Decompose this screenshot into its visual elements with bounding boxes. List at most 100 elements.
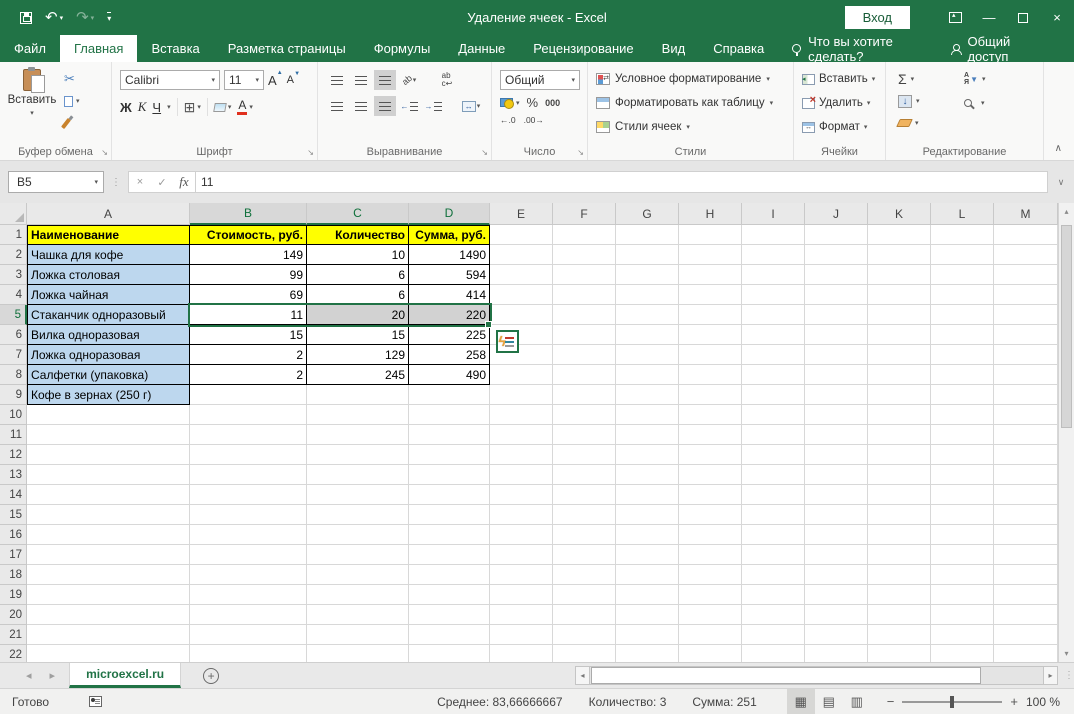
cell-J3[interactable] <box>805 265 868 285</box>
cell-F15[interactable] <box>553 505 616 525</box>
cell-M7[interactable] <box>994 345 1058 365</box>
cell-H21[interactable] <box>679 625 742 645</box>
row-header-16[interactable]: 16 <box>0 525 27 545</box>
cell-D9[interactable] <box>409 385 490 405</box>
cell-K2[interactable] <box>868 245 931 265</box>
zoom-in-button[interactable]: + <box>1010 694 1018 709</box>
row-header-22[interactable]: 22 <box>0 645 27 662</box>
column-header-I[interactable]: I <box>742 203 805 225</box>
paste-button[interactable]: Вставить ▾ <box>8 67 56 135</box>
horizontal-scroll-track[interactable] <box>590 666 1043 685</box>
customize-qat-button[interactable]: ▾ <box>107 12 112 23</box>
cell-F6[interactable] <box>553 325 616 345</box>
cell-G19[interactable] <box>616 585 679 605</box>
cell-L21[interactable] <box>931 625 994 645</box>
cell-C16[interactable] <box>307 525 409 545</box>
cell-H18[interactable] <box>679 565 742 585</box>
table-cell-D6[interactable]: 225 <box>409 325 490 345</box>
cell-styles-button[interactable]: Стили ячеек ▾ <box>596 117 690 137</box>
dialog-launcher-icon[interactable]: ↘ <box>307 148 314 157</box>
cell-H7[interactable] <box>679 345 742 365</box>
dialog-launcher-icon[interactable]: ↘ <box>577 148 584 157</box>
cell-M22[interactable] <box>994 645 1058 662</box>
cell-J11[interactable] <box>805 425 868 445</box>
cell-F9[interactable] <box>553 385 616 405</box>
cell-L17[interactable] <box>931 545 994 565</box>
cell-B20[interactable] <box>190 605 307 625</box>
cell-G10[interactable] <box>616 405 679 425</box>
cell-I20[interactable] <box>742 605 805 625</box>
splitter-dots[interactable]: ⋮ <box>111 177 121 188</box>
column-header-L[interactable]: L <box>931 203 994 225</box>
italic-button[interactable]: К <box>138 99 147 115</box>
cell-J22[interactable] <box>805 645 868 662</box>
percent-style-button[interactable]: % <box>527 95 539 110</box>
cell-H11[interactable] <box>679 425 742 445</box>
cell-F4[interactable] <box>553 285 616 305</box>
prev-sheet-button[interactable]: ◂ <box>26 669 32 682</box>
cell-C21[interactable] <box>307 625 409 645</box>
cell-C13[interactable] <box>307 465 409 485</box>
row-header-1[interactable]: 1 <box>0 225 27 245</box>
cell-J5[interactable] <box>805 305 868 325</box>
comma-style-button[interactable]: 000 <box>545 98 560 108</box>
cell-M2[interactable] <box>994 245 1058 265</box>
cut-button[interactable]: ✂ <box>64 70 98 88</box>
cell-J21[interactable] <box>805 625 868 645</box>
cell-A21[interactable] <box>27 625 190 645</box>
row-header-21[interactable]: 21 <box>0 625 27 645</box>
cell-H10[interactable] <box>679 405 742 425</box>
cell-G15[interactable] <box>616 505 679 525</box>
undo-button[interactable]: ↶ ▾ <box>45 10 63 25</box>
ribbon-tab-Рецензирование[interactable]: Рецензирование <box>519 35 647 62</box>
cell-B10[interactable] <box>190 405 307 425</box>
decrease-indent-button[interactable]: ← <box>398 96 420 116</box>
cell-F21[interactable] <box>553 625 616 645</box>
cell-J13[interactable] <box>805 465 868 485</box>
cell-C14[interactable] <box>307 485 409 505</box>
cell-B12[interactable] <box>190 445 307 465</box>
cell-H1[interactable] <box>679 225 742 245</box>
cell-L4[interactable] <box>931 285 994 305</box>
cell-C20[interactable] <box>307 605 409 625</box>
cell-I6[interactable] <box>742 325 805 345</box>
cell-K4[interactable] <box>868 285 931 305</box>
ribbon-tab-Справка[interactable]: Справка <box>699 35 778 62</box>
row-header-15[interactable]: 15 <box>0 505 27 525</box>
cell-A15[interactable] <box>27 505 190 525</box>
macro-record-icon[interactable] <box>89 696 103 707</box>
row-header-6[interactable]: 6 <box>0 325 27 345</box>
cell-J14[interactable] <box>805 485 868 505</box>
cell-L6[interactable] <box>931 325 994 345</box>
cell-G2[interactable] <box>616 245 679 265</box>
cell-B9[interactable] <box>190 385 307 405</box>
cell-E20[interactable] <box>490 605 553 625</box>
cell-I17[interactable] <box>742 545 805 565</box>
cell-I12[interactable] <box>742 445 805 465</box>
table-cell-D5[interactable]: 220 <box>409 305 490 325</box>
cell-B11[interactable] <box>190 425 307 445</box>
cell-L16[interactable] <box>931 525 994 545</box>
cell-B17[interactable] <box>190 545 307 565</box>
format-painter-button[interactable] <box>61 114 98 132</box>
confirm-entry-button[interactable]: ✓ <box>151 176 173 189</box>
cell-J18[interactable] <box>805 565 868 585</box>
row-header-8[interactable]: 8 <box>0 365 27 385</box>
cell-B16[interactable] <box>190 525 307 545</box>
ribbon-tab-Данные[interactable]: Данные <box>444 35 519 62</box>
cell-J7[interactable] <box>805 345 868 365</box>
wrap-text-button[interactable]: ab c↩ <box>436 70 458 90</box>
scroll-left-button[interactable]: ◂ <box>575 666 590 685</box>
cell-M12[interactable] <box>994 445 1058 465</box>
row-header-11[interactable]: 11 <box>0 425 27 445</box>
table-cell-D7[interactable]: 258 <box>409 345 490 365</box>
cell-D20[interactable] <box>409 605 490 625</box>
cell-B22[interactable] <box>190 645 307 662</box>
fill-handle[interactable] <box>485 321 492 328</box>
cell-K19[interactable] <box>868 585 931 605</box>
table-cell-B6[interactable]: 15 <box>190 325 307 345</box>
cell-I8[interactable] <box>742 365 805 385</box>
table-cell-C4[interactable]: 6 <box>307 285 409 305</box>
name-box[interactable]: B5 ▾ <box>8 171 104 193</box>
table-cell-A8[interactable]: Салфетки (упаковка) <box>27 365 190 385</box>
